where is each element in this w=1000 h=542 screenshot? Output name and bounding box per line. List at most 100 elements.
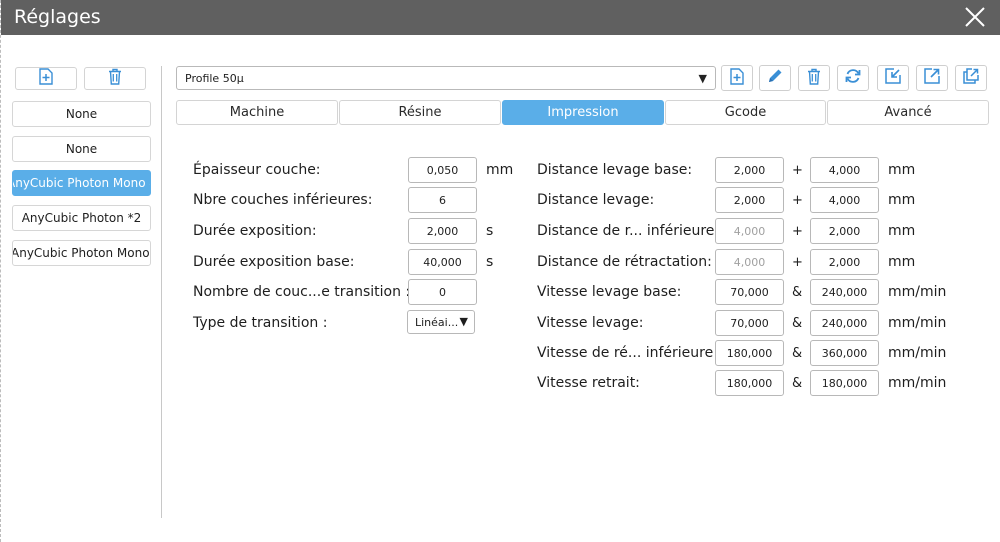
base-lift-speed-unit: mm/min xyxy=(888,284,947,300)
exposure-time-unit: s xyxy=(486,223,494,239)
bottom-retract-distance-unit: mm xyxy=(888,223,916,239)
base-lift-distance-input-1[interactable]: 2,000 xyxy=(715,157,784,183)
exposure-time-input[interactable]: 2,000 xyxy=(408,218,477,244)
tab-label: Résine xyxy=(398,105,442,120)
base-exposure-label: Durée exposition base: xyxy=(193,254,355,270)
transition-type-select[interactable]: Linéai... ▼ xyxy=(407,310,475,334)
add-printer-button[interactable] xyxy=(15,67,77,90)
tab-resine[interactable]: Résine xyxy=(339,100,501,125)
retract-speed-unit: mm/min xyxy=(888,375,947,391)
add-file-icon xyxy=(38,68,54,89)
base-lift-speed-input-1[interactable]: 70,000 xyxy=(715,279,784,305)
tab-impression[interactable]: Impression xyxy=(502,100,664,125)
base-lift-distance-unit: mm xyxy=(888,162,916,178)
tab-avance[interactable]: Avancé xyxy=(827,100,989,125)
bottom-retract-distance-label: Distance de r... inférieure : xyxy=(537,223,724,239)
retract-speed-input-2[interactable]: 180,000 xyxy=(810,370,879,396)
printer-list-item[interactable]: AnyCubic Photon Mono X xyxy=(12,240,151,266)
copy-icon xyxy=(962,67,980,89)
window-title: Réglages xyxy=(14,6,101,28)
edit-profile-button[interactable] xyxy=(759,65,791,91)
bottom-retract-speed-input-1[interactable]: 180,000 xyxy=(715,340,784,366)
lift-distance-separator: + xyxy=(792,193,803,208)
printer-label: AnyCubic Photon Mono 4K xyxy=(12,176,150,190)
layer-thickness-unit: mm xyxy=(486,162,514,178)
retract-distance-separator: + xyxy=(792,255,803,270)
pencil-icon xyxy=(766,67,784,89)
tab-gcode[interactable]: Gcode xyxy=(665,100,826,125)
close-icon[interactable] xyxy=(963,5,987,29)
bottom-retract-speed-label: Vitesse de ré... inférieure : xyxy=(537,345,723,361)
base-exposure-unit: s xyxy=(486,254,494,270)
transition-type-label: Type de transition : xyxy=(193,315,328,331)
lift-distance-input-2[interactable]: 4,000 xyxy=(810,187,879,213)
retract-distance-input-1[interactable]: 4,000 xyxy=(715,249,784,275)
transition-layers-input[interactable]: 0 xyxy=(408,279,477,305)
printer-label: AnyCubic Photon *2 xyxy=(21,211,142,225)
profile-select[interactable]: Profile 50µ ▼ xyxy=(176,66,716,90)
printer-list-item[interactable]: AnyCubic Photon *2 xyxy=(12,205,151,231)
add-profile-button[interactable] xyxy=(721,65,753,91)
bottom-retract-distance-input-2[interactable]: 2,000 xyxy=(810,218,879,244)
bottom-retract-speed-unit: mm/min xyxy=(888,345,947,361)
layer-thickness-input[interactable]: 0,050 xyxy=(408,157,477,183)
printer-list-item[interactable]: None xyxy=(12,136,151,162)
lift-speed-input-1[interactable]: 70,000 xyxy=(715,310,784,336)
base-lift-speed-separator: & xyxy=(792,285,803,300)
lift-speed-unit: mm/min xyxy=(888,315,947,331)
export-icon xyxy=(923,67,941,89)
retract-speed-input-1[interactable]: 180,000 xyxy=(715,370,784,396)
retract-speed-label: Vitesse retrait: xyxy=(537,375,640,391)
import-profile-button[interactable] xyxy=(877,65,909,91)
lift-distance-input-1[interactable]: 2,000 xyxy=(715,187,784,213)
bottom-retract-speed-input-2[interactable]: 360,000 xyxy=(810,340,879,366)
export-profile-button[interactable] xyxy=(916,65,948,91)
bottom-retract-speed-separator: & xyxy=(792,346,803,361)
tab-label: Machine xyxy=(229,105,285,120)
refresh-icon xyxy=(844,67,862,89)
dropdown-arrow-icon: ▼ xyxy=(459,315,468,328)
delete-printer-button[interactable] xyxy=(84,67,146,90)
printer-list-item-selected[interactable]: AnyCubic Photon Mono 4K xyxy=(12,170,151,196)
printer-label: AnyCubic Photon Mono X xyxy=(12,246,151,260)
tab-label: Avancé xyxy=(884,105,932,120)
delete-profile-button[interactable] xyxy=(798,65,830,91)
retract-distance-label: Distance de rétractation: xyxy=(537,254,712,270)
copy-profile-button[interactable] xyxy=(955,65,987,91)
lift-distance-label: Distance levage: xyxy=(537,192,655,208)
title-bar: Réglages xyxy=(1,0,1000,35)
refresh-profile-button[interactable] xyxy=(837,65,869,91)
settings-window: Réglages None None AnyCubic Photon Mono … xyxy=(0,0,1000,542)
printer-label: None xyxy=(65,107,98,121)
bottom-layers-input[interactable]: 6 xyxy=(408,187,477,213)
bottom-layers-label: Nbre couches inférieures: xyxy=(193,192,373,208)
lift-speed-separator: & xyxy=(792,316,803,331)
base-exposure-input[interactable]: 40,000 xyxy=(408,249,477,275)
layer-thickness-label: Épaisseur couche: xyxy=(193,162,321,178)
tab-label: Gcode xyxy=(724,105,767,120)
base-lift-speed-label: Vitesse levage base: xyxy=(537,284,682,300)
dropdown-arrow-icon: ▼ xyxy=(698,72,707,85)
printer-label: None xyxy=(65,142,98,156)
retract-distance-unit: mm xyxy=(888,254,916,270)
printer-list-item[interactable]: None xyxy=(12,101,151,127)
tab-label: Impression xyxy=(547,105,619,120)
trash-icon xyxy=(806,68,822,89)
retract-speed-separator: & xyxy=(792,376,803,391)
bottom-retract-distance-input-1[interactable]: 4,000 xyxy=(715,218,784,244)
retract-distance-input-2[interactable]: 2,000 xyxy=(810,249,879,275)
exposure-time-label: Durée exposition: xyxy=(193,223,317,239)
lift-speed-label: Vitesse levage: xyxy=(537,315,644,331)
add-file-icon xyxy=(729,67,745,89)
profile-select-value: Profile 50µ xyxy=(185,71,244,85)
import-icon xyxy=(884,67,902,89)
base-lift-distance-label: Distance levage base: xyxy=(537,162,693,178)
lift-distance-unit: mm xyxy=(888,192,916,208)
bottom-retract-distance-separator: + xyxy=(792,224,803,239)
trash-icon xyxy=(107,68,123,89)
base-lift-speed-input-2[interactable]: 240,000 xyxy=(810,279,879,305)
lift-speed-input-2[interactable]: 240,000 xyxy=(810,310,879,336)
tab-machine[interactable]: Machine xyxy=(176,100,338,125)
base-lift-distance-input-2[interactable]: 4,000 xyxy=(810,157,879,183)
transition-layers-label: Nombre de couc...e transition : xyxy=(193,284,411,300)
